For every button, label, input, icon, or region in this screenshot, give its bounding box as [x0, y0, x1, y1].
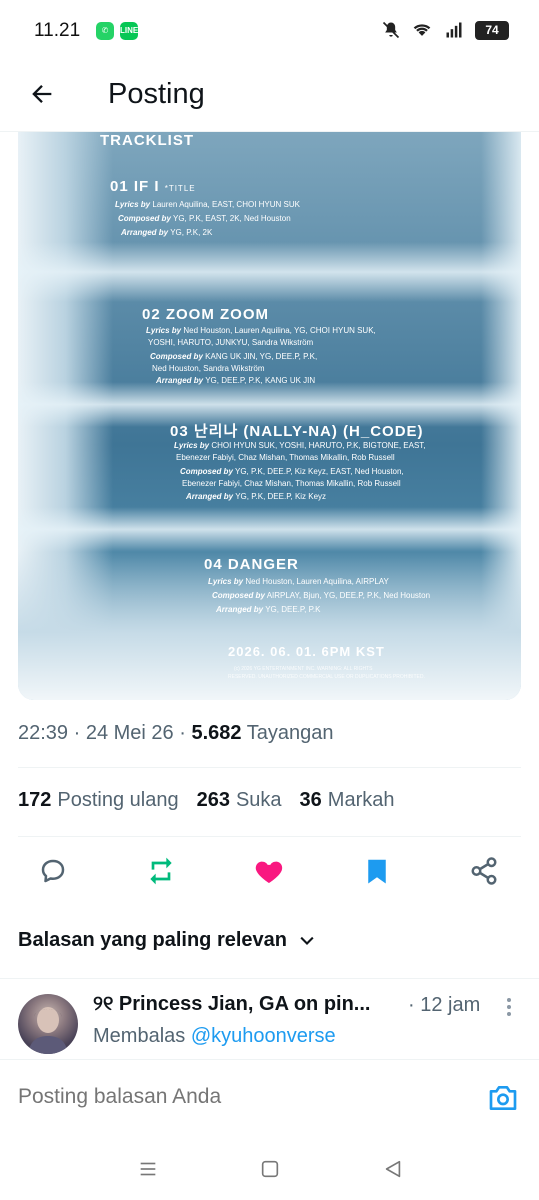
view-count: 5.682 [191, 722, 242, 744]
battery-indicator: 74 [475, 20, 509, 40]
like-button[interactable] [252, 854, 286, 888]
status-icons: 74 [381, 20, 509, 40]
reply-sort-label: Balasan yang paling relevan [18, 929, 287, 951]
reply-item[interactable]: ୨୧ Princess Jian, GA on pin... · 12 jam … [0, 978, 539, 1060]
whatsapp-icon: ✆ [96, 22, 114, 40]
home-button[interactable] [255, 1154, 285, 1184]
bookmarks-stat[interactable]: 36 Markah [300, 789, 395, 812]
track-title: 03 난리나 (NALLY-NA) (H_CODE) [170, 423, 424, 440]
avatar[interactable] [18, 994, 78, 1054]
action-bar [0, 848, 539, 894]
reply-input[interactable] [18, 1085, 438, 1109]
reply-sort-dropdown[interactable]: Balasan yang paling relevan [18, 929, 317, 952]
bookmark-icon [368, 859, 386, 884]
repost-button[interactable] [144, 854, 178, 888]
line-icon: LINE [120, 22, 138, 40]
replying-to: Membalas @kyuhoonverse [93, 1025, 336, 1047]
repost-icon [150, 857, 172, 885]
track-title: 01 IF I *TITLE [110, 178, 196, 195]
header: Posting [0, 62, 539, 132]
reply-author-name[interactable]: ୨୧ Princess Jian, GA on pin... [93, 993, 370, 1016]
reply-button[interactable] [36, 854, 70, 888]
status-time: 11.21 [34, 20, 81, 41]
share-icon [471, 857, 497, 885]
more-options-button[interactable] [500, 995, 518, 1019]
page-title: Posting [108, 78, 205, 110]
status-bar: 11.21 ✆ LINE 74 [0, 0, 539, 62]
heart-icon [255, 861, 283, 883]
camera-icon [489, 1086, 517, 1110]
divider [18, 836, 521, 837]
tracklist-heading: TRACKLIST [100, 132, 194, 149]
release-date: 2026. 06. 01. 6PM KST [228, 644, 385, 659]
post-date: 24 Mei 26 [85, 722, 174, 744]
avatar-image [28, 1007, 68, 1054]
bookmark-button[interactable] [360, 854, 394, 888]
wifi-icon [413, 24, 431, 36]
system-back-button[interactable] [378, 1154, 408, 1184]
reply-composer [0, 1061, 539, 1131]
signal-icon [446, 22, 462, 38]
camera-button[interactable] [486, 1081, 520, 1115]
track-title: 04 DANGER [204, 556, 299, 573]
system-nav-bar [0, 1136, 539, 1200]
reply-handle-link[interactable]: @kyuhoonverse [191, 1025, 336, 1047]
share-button[interactable] [467, 854, 501, 888]
reposts-stat[interactable]: 172 Posting ulang [18, 789, 179, 812]
reply-timestamp: · 12 jam [408, 994, 481, 1016]
comment-icon [41, 859, 65, 883]
divider [18, 767, 521, 768]
track-title: 02 ZOOM ZOOM [142, 306, 270, 323]
post-meta: 22:39 · 24 Mei 26 · 5.682 Tayangan [18, 722, 334, 744]
view-label: Tayangan [246, 722, 334, 744]
recents-button[interactable] [133, 1154, 163, 1184]
arrow-left-icon [32, 85, 52, 103]
triangle-back-icon [385, 1160, 401, 1178]
post-image[interactable]: TRACKLIST 01 IF I *TITLE Lyrics by Laure… [18, 132, 521, 700]
chevron-down-icon [300, 936, 314, 945]
back-button[interactable] [22, 74, 62, 114]
post-time: 22:39 [18, 722, 69, 744]
post-stats: 172 Posting ulang 263 Suka 36 Markah [18, 789, 395, 812]
menu-lines-icon [140, 1162, 156, 1176]
mute-icon [382, 21, 400, 39]
likes-stat[interactable]: 263 Suka [197, 789, 282, 812]
square-icon [261, 1160, 279, 1178]
